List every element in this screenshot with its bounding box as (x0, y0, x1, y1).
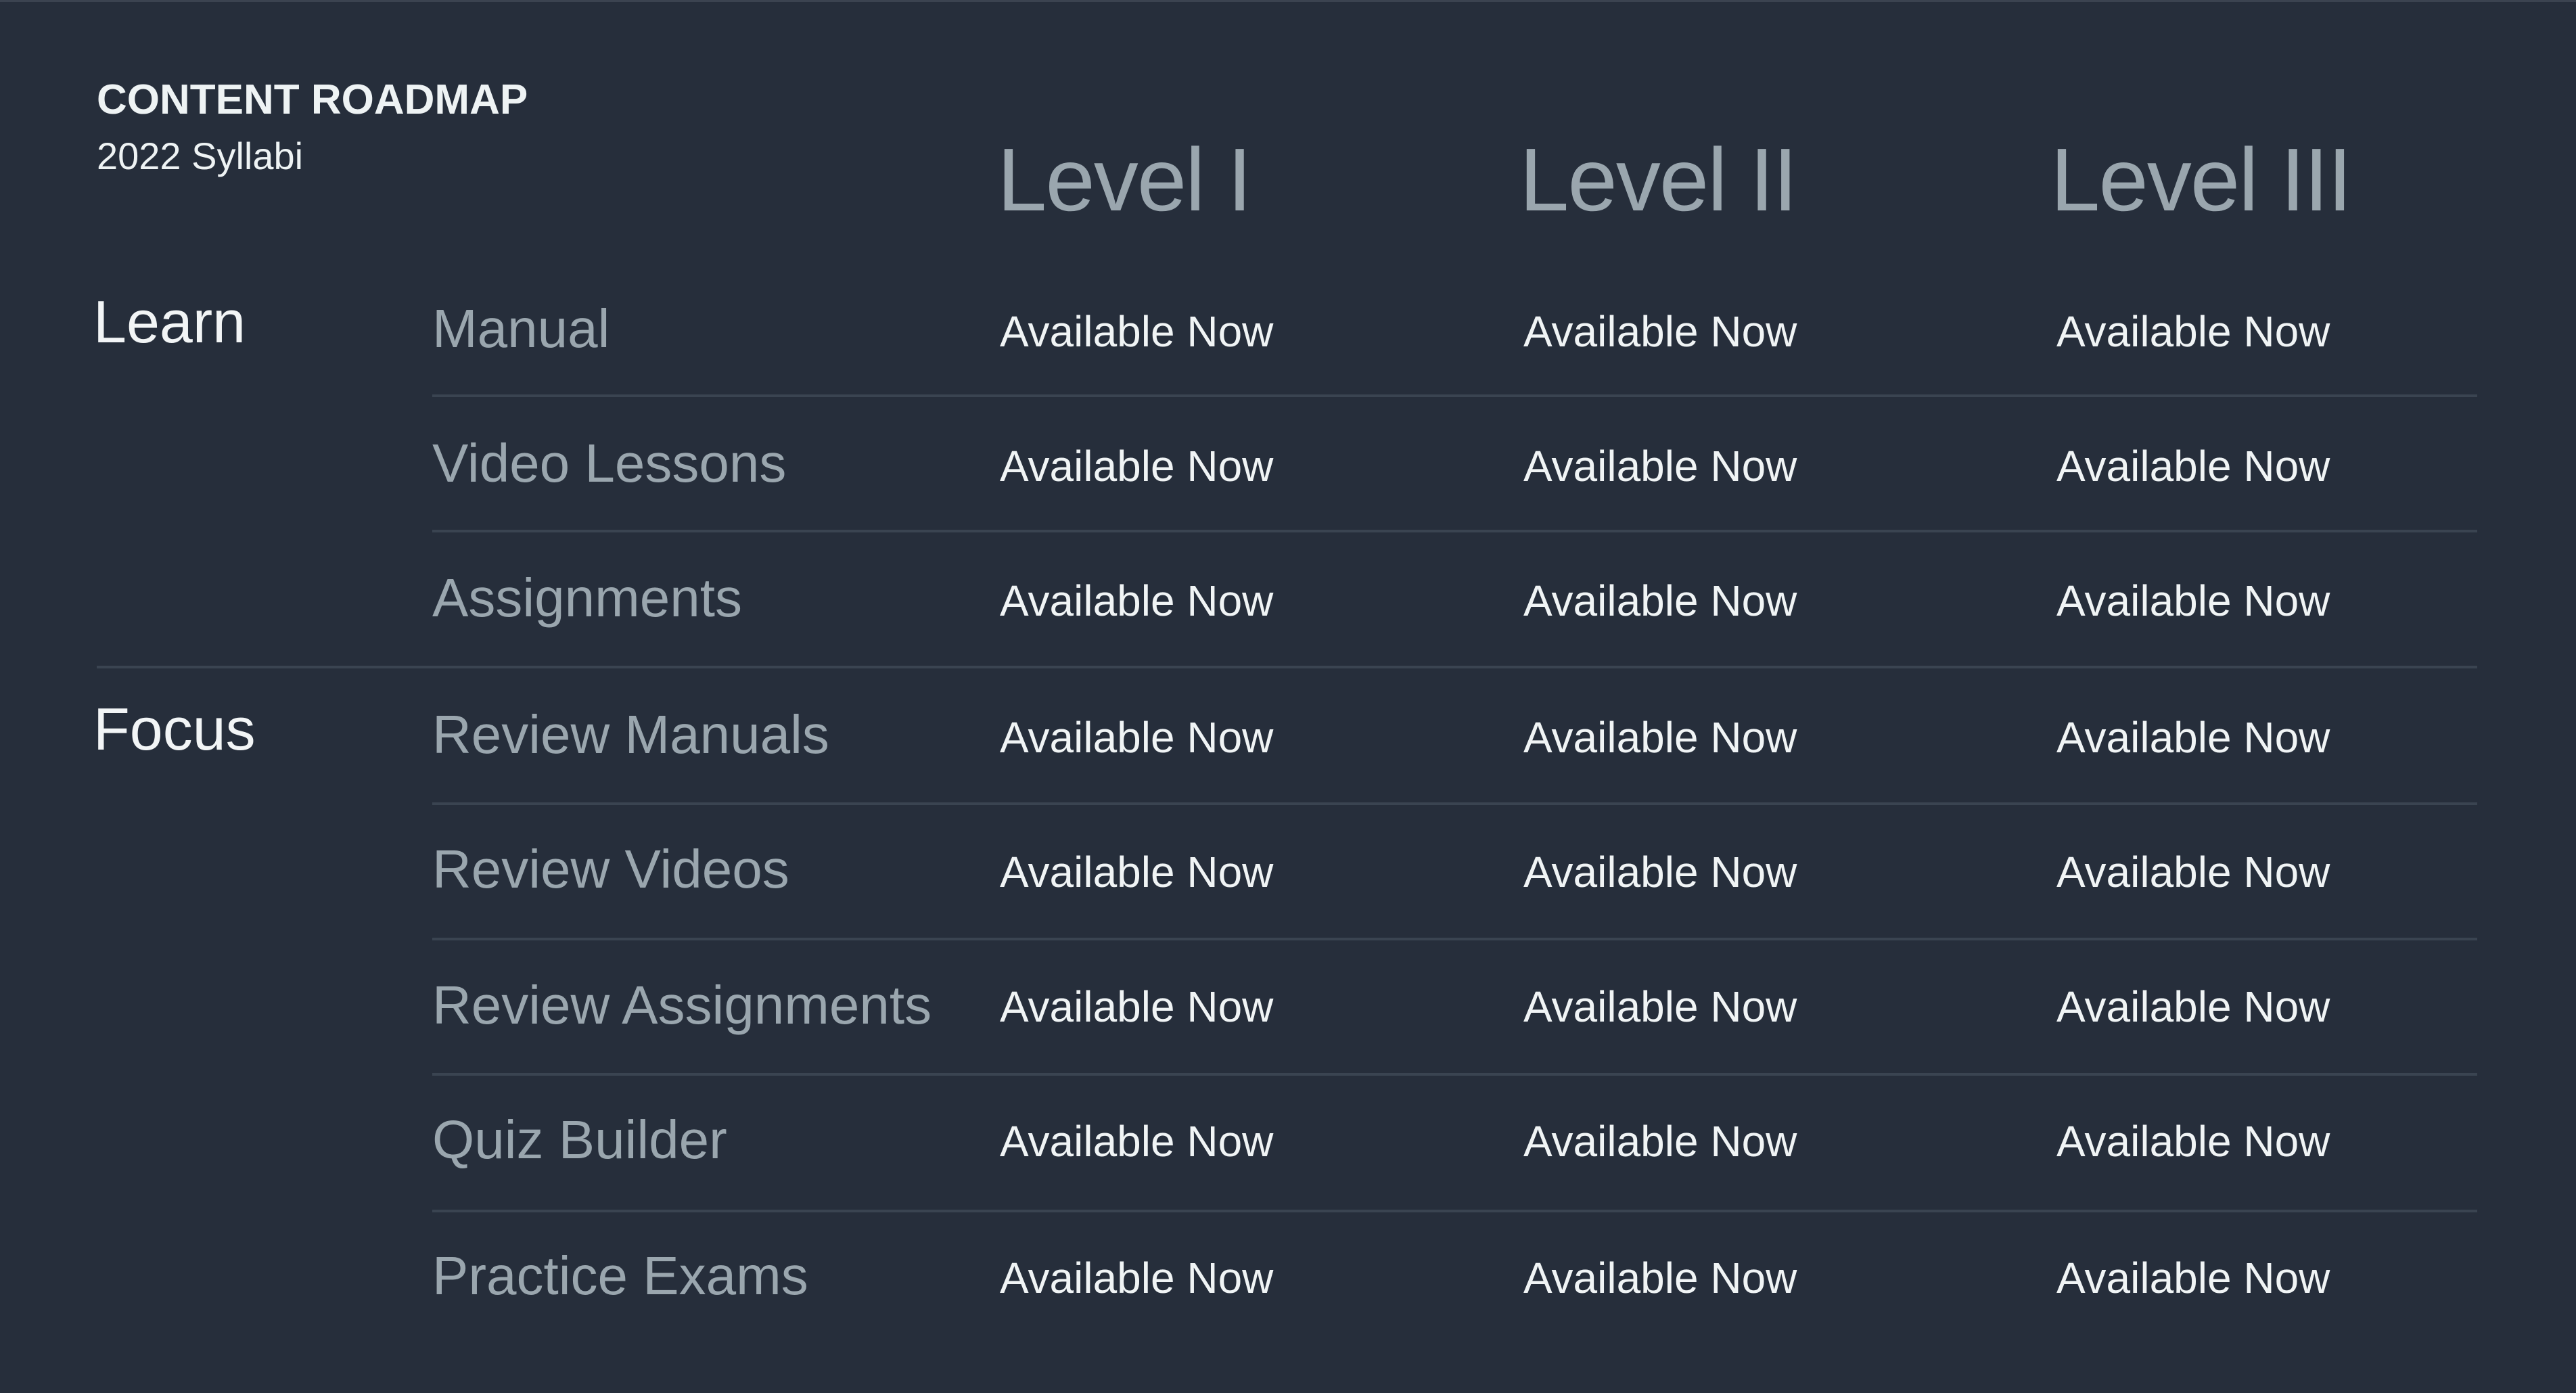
status-cell: Available Now (1000, 1254, 1274, 1302)
status-cell: Available Now (2056, 1117, 2330, 1166)
status-cell: Available Now (1000, 307, 1274, 356)
row-label: Manual (432, 298, 610, 359)
status-cell: Available Now (1000, 1117, 1274, 1166)
row-divider (432, 802, 2477, 805)
group-divider (97, 666, 2477, 668)
page-subtitle: 2022 Syllabi (97, 135, 304, 177)
status-cell: Available Now (2056, 848, 2330, 896)
status-cell: Available Now (1523, 1254, 1797, 1302)
status-cell: Available Now (1523, 1117, 1797, 1166)
row-divider (432, 394, 2477, 397)
status-cell: Available Now (1523, 982, 1797, 1031)
status-cell: Available Now (1000, 442, 1274, 490)
status-cell: Available Now (2056, 576, 2330, 625)
row-divider (432, 1210, 2477, 1212)
status-cell: Available Now (2056, 1254, 2330, 1302)
column-header-level-1: Level I (997, 130, 1252, 229)
status-cell: Available Now (2056, 442, 2330, 490)
page-title: CONTENT ROADMAP (97, 76, 528, 123)
row-label: Quiz Builder (432, 1110, 727, 1170)
column-header-level-2: Level II (1519, 130, 1798, 229)
status-cell: Available Now (1000, 576, 1274, 625)
status-cell: Available Now (1000, 982, 1274, 1031)
row-label: Video Lessons (432, 433, 787, 493)
column-header-level-3: Level III (2050, 130, 2352, 229)
status-cell: Available Now (1523, 848, 1797, 896)
status-cell: Available Now (2056, 307, 2330, 356)
status-cell: Available Now (1000, 848, 1274, 896)
status-cell: Available Now (1523, 442, 1797, 490)
status-cell: Available Now (2056, 713, 2330, 762)
row-divider (432, 1073, 2477, 1076)
status-cell: Available Now (1523, 713, 1797, 762)
row-divider (432, 938, 2477, 940)
row-label: Review Videos (432, 839, 789, 899)
status-cell: Available Now (1523, 307, 1797, 356)
row-label: Review Assignments (432, 975, 932, 1035)
status-cell: Available Now (1523, 576, 1797, 625)
group-label-learn: Learn (93, 288, 246, 355)
row-divider (432, 530, 2477, 532)
status-cell: Available Now (2056, 982, 2330, 1031)
status-cell: Available Now (1000, 713, 1274, 762)
row-label: Assignments (432, 568, 742, 628)
group-label-focus: Focus (93, 695, 256, 762)
top-border (0, 0, 2576, 2)
row-label: Review Manuals (432, 704, 829, 764)
row-label: Practice Exams (432, 1246, 808, 1306)
